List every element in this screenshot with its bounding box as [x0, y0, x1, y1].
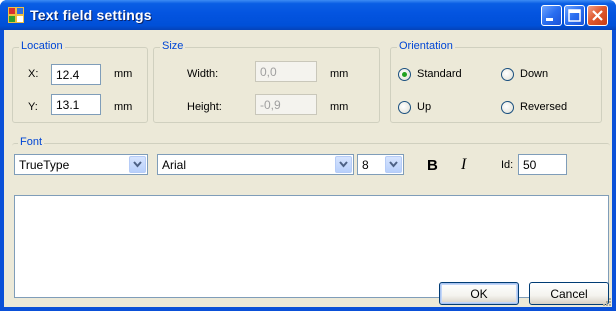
font-size-select[interactable]: 8: [357, 154, 404, 175]
close-icon: [592, 10, 603, 21]
text-content-area[interactable]: [14, 195, 609, 298]
font-size-value: 8: [362, 158, 369, 172]
font-face-dropdown-button[interactable]: [335, 156, 352, 173]
resize-grip-icon[interactable]: [601, 296, 611, 306]
height-unit: mm: [330, 101, 349, 113]
app-icon: [8, 7, 24, 23]
width-unit: mm: [330, 68, 349, 80]
dialog-client: Location X: 12.4 mm Y: 13.1 mm Size Widt…: [4, 30, 612, 307]
width-label: Width:: [187, 68, 219, 80]
orientation-down-label: Down: [520, 68, 549, 80]
minimize-icon: [546, 18, 553, 21]
y-label: Y:: [28, 101, 38, 113]
orientation-standard-label: Standard: [417, 68, 462, 80]
maximize-button[interactable]: [564, 5, 585, 26]
id-label: Id:: [501, 159, 514, 171]
title-bar[interactable]: Text field settings: [0, 0, 616, 30]
orientation-reversed-label: Reversed: [520, 101, 568, 113]
height-label: Height:: [187, 101, 222, 113]
orientation-standard-radio[interactable]: [398, 68, 411, 81]
font-size-dropdown-button[interactable]: [385, 156, 402, 173]
orientation-reversed-radio[interactable]: [501, 101, 514, 114]
orientation-up-radio[interactable]: [398, 101, 411, 114]
ok-button[interactable]: OK: [439, 282, 519, 305]
close-button[interactable]: [587, 5, 608, 26]
orientation-up-label: Up: [417, 101, 432, 113]
window-bottom-border: [0, 307, 616, 311]
width-input[interactable]: 0,0: [255, 61, 317, 82]
chevron-down-icon: [133, 161, 142, 168]
chevron-down-icon: [389, 161, 398, 168]
font-type-value: TrueType: [19, 158, 70, 172]
font-face-select[interactable]: Arial: [157, 154, 354, 175]
location-group-label: Location: [19, 40, 65, 52]
height-input[interactable]: -0,9: [255, 94, 317, 115]
dialog-window: Text field settings Location X: 12.4 mm …: [0, 0, 616, 311]
orientation-group-label: Orientation: [397, 40, 455, 52]
x-input[interactable]: 12.4: [51, 64, 101, 85]
maximize-icon: [568, 9, 581, 22]
y-input[interactable]: 13.1: [51, 94, 101, 115]
font-group-label: Font: [18, 136, 45, 148]
y-unit: mm: [114, 101, 133, 113]
size-group-label: Size: [160, 40, 186, 52]
orientation-down-radio[interactable]: [501, 68, 514, 81]
chevron-down-icon: [339, 161, 348, 168]
font-face-value: Arial: [162, 158, 187, 172]
x-label: X:: [28, 68, 39, 80]
italic-button[interactable]: I: [461, 156, 466, 174]
bold-button[interactable]: B: [427, 157, 438, 174]
minimize-button[interactable]: [541, 5, 562, 26]
x-unit: mm: [114, 68, 133, 80]
cancel-button[interactable]: Cancel: [529, 282, 609, 305]
font-type-dropdown-button[interactable]: [129, 156, 146, 173]
window-title: Text field settings: [30, 7, 152, 23]
id-input[interactable]: 50: [518, 154, 567, 175]
font-type-select[interactable]: TrueType: [14, 154, 148, 175]
